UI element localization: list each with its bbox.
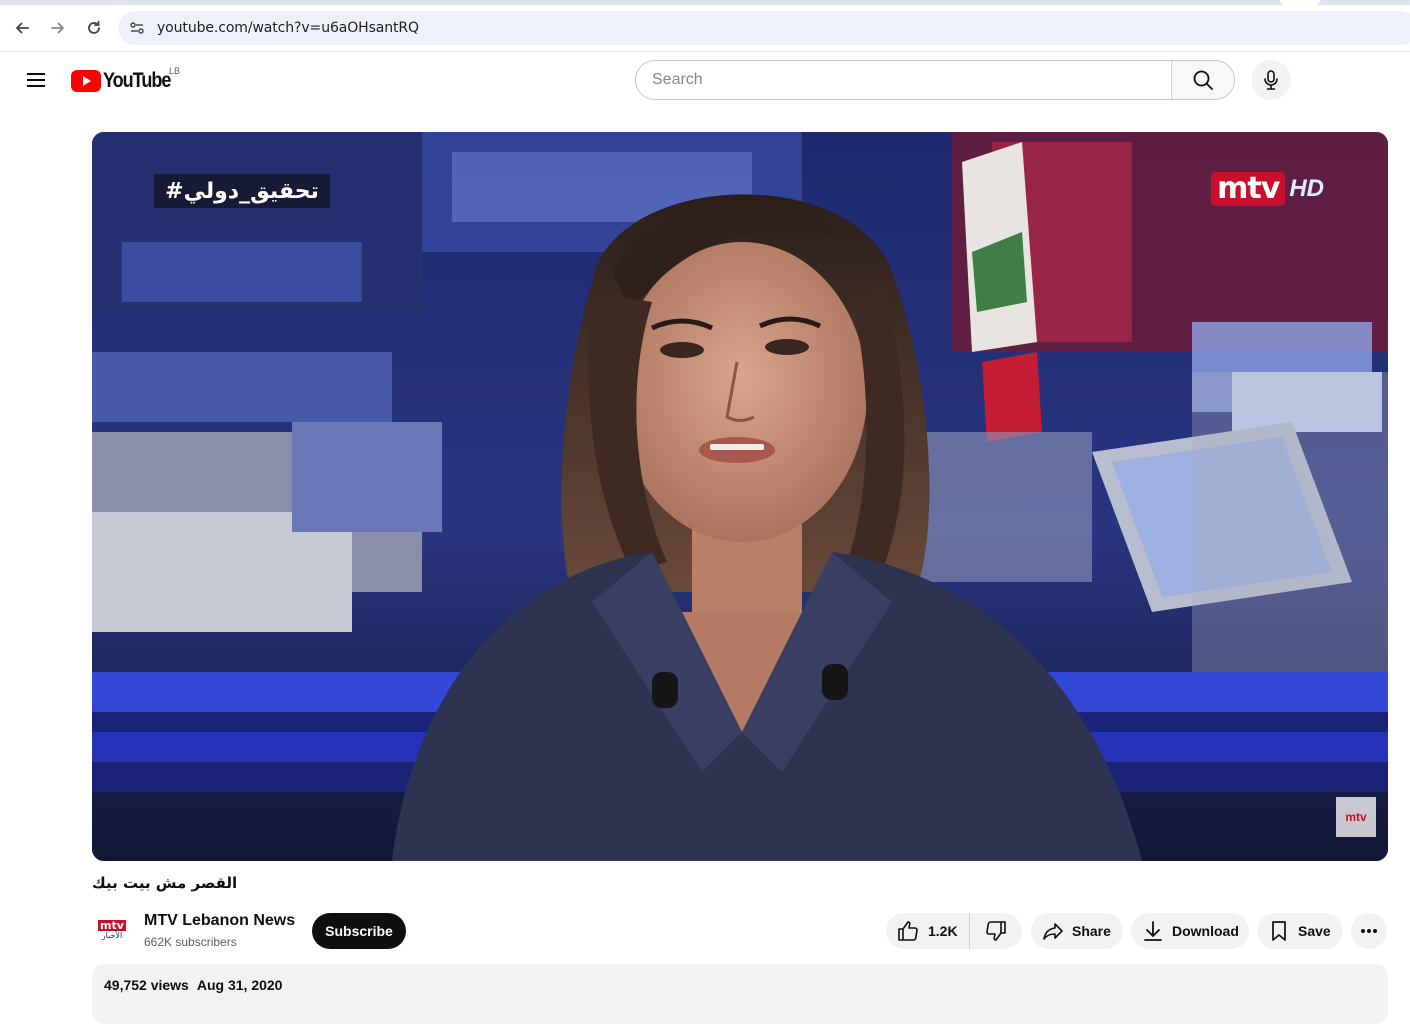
watermark-mtv: mtv [1211,172,1286,206]
video-title: القصر مش بيت بيك [92,874,238,892]
description-meta: 49,752 views Aug 31, 2020 [104,977,282,993]
description-box[interactable]: 49,752 views Aug 31, 2020 [92,964,1388,1024]
hamburger-menu-icon[interactable] [24,68,48,92]
thumbs-up-icon [898,921,918,941]
share-label: Share [1072,923,1111,939]
hashtag-overlay: #تحقيق_دولي [154,174,330,208]
avatar-sub-text: الأخبار [101,931,123,940]
video-frame[interactable] [92,132,1388,861]
youtube-header: YouTube LB [0,52,1410,108]
download-icon [1144,921,1162,941]
download-label: Download [1172,923,1239,939]
back-icon[interactable] [8,14,36,42]
voice-search-button[interactable] [1251,60,1291,100]
site-settings-icon[interactable] [128,19,146,37]
thumbs-down-icon [986,921,1006,941]
save-button[interactable]: Save [1257,913,1343,949]
save-label: Save [1298,923,1331,939]
dislike-button[interactable] [970,913,1022,949]
channel-watermark: mtv HD [1211,172,1324,206]
video-player[interactable]: #تحقيق_دولي mtv HD mtv [92,132,1388,861]
watermark-hd: HD [1289,175,1324,202]
subscribe-button[interactable]: Subscribe [312,913,406,949]
channel-avatar[interactable]: mtv الأخبار [92,910,132,950]
logo-wordmark: YouTube [103,69,171,92]
browser-toolbar: youtube.com/watch?v=u6aOHsantRQ [0,0,1410,52]
more-actions-button[interactable] [1351,913,1387,949]
like-button[interactable]: 1.2K [886,913,970,949]
forward-icon[interactable] [44,14,72,42]
share-button[interactable]: Share [1031,913,1123,949]
search-button[interactable] [1171,61,1234,99]
avatar-logo-text: mtv [98,919,126,932]
youtube-logo[interactable]: YouTube [71,66,181,96]
new-tab-area[interactable] [1280,0,1320,5]
search-input[interactable] [636,61,1171,99]
subscriber-count: 662K subscribers [144,935,237,949]
upload-date: Aug 31, 2020 [196,977,283,993]
reload-icon[interactable] [80,14,108,42]
search-icon [1193,70,1213,90]
bookmark-icon [1272,921,1286,941]
tab-strip [0,0,1410,5]
corner-channel-bug[interactable]: mtv [1336,797,1376,837]
like-count: 1.2K [928,923,958,939]
microphone-icon [1264,70,1278,90]
search-bar [635,60,1235,100]
channel-name[interactable]: MTV Lebanon News [144,912,295,930]
view-count: 49,752 views [104,977,189,993]
address-bar[interactable]: youtube.com/watch?v=u6aOHsantRQ [118,11,1410,45]
url-text[interactable]: youtube.com/watch?v=u6aOHsantRQ [157,20,419,36]
more-horizontal-icon [1361,929,1377,933]
youtube-play-logo-icon [71,70,101,92]
like-dislike-group: 1.2K [886,913,1022,949]
share-icon [1043,923,1063,940]
download-button[interactable]: Download [1131,913,1249,949]
country-code: LB [169,66,181,76]
